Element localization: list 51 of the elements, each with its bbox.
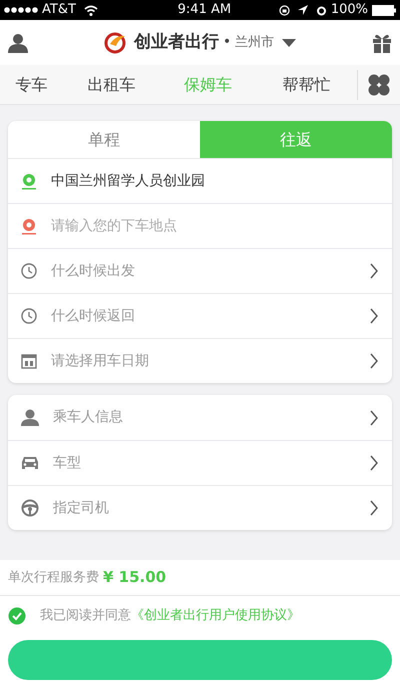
person-icon (8, 32, 28, 52)
signal-icon (4, 7, 38, 13)
fee-amount: ¥ 15.00 (103, 567, 166, 588)
steering-wheel-icon (21, 499, 39, 517)
clock-time: 9:41 AM (176, 1, 232, 20)
separator-dot: • (222, 33, 232, 52)
swirl-logo-icon (104, 32, 126, 54)
fee-label: 单次行程服务费 (8, 568, 99, 587)
time-select[interactable]: 什么时候出发 (8, 248, 392, 293)
dropoff-pin-icon (21, 218, 37, 234)
wifi-icon (84, 4, 98, 16)
detail-row[interactable]: 车型 (8, 440, 392, 485)
chevron-right-icon (369, 263, 379, 279)
service-tab[interactable]: 保姆车 (160, 72, 256, 96)
service-tab[interactable]: 帮帮忙 (256, 72, 357, 96)
chevron-right-icon (369, 410, 379, 426)
calendar-icon (21, 353, 37, 369)
clock-icon (21, 263, 37, 279)
battery-percent: 100% (330, 1, 368, 20)
battery-icon (372, 4, 396, 16)
caret-down-icon (282, 38, 296, 46)
agreement-text: 我已阅读并同意 (40, 607, 131, 626)
chevron-right-icon (369, 455, 379, 471)
clock-icon (21, 308, 37, 324)
agreement-link[interactable]: 《创业者出行用户使用协议》 (131, 606, 300, 626)
chevron-right-icon (369, 353, 379, 369)
date-select[interactable]: 请选择用车日期 (8, 338, 392, 383)
carrier: AT&T (42, 1, 76, 20)
submit-button[interactable] (8, 640, 392, 680)
detail-row[interactable]: 指定司机 (8, 485, 392, 530)
alarm-icon (316, 4, 327, 16)
chevron-right-icon (369, 500, 379, 516)
pickup-field[interactable]: 中国兰州留学人员创业园 (51, 170, 379, 192)
trip-type-tab[interactable]: 单程 (8, 121, 200, 158)
gift-icon (372, 32, 392, 52)
trip-type-tab[interactable]: 往返 (200, 121, 392, 158)
brand-name: 创业者出行 (134, 30, 219, 54)
chevron-right-icon (369, 308, 379, 324)
service-tab[interactable]: 专车 (0, 72, 64, 96)
dropoff-field[interactable]: 请输入您的下车地点 (51, 216, 379, 236)
pickup-pin-icon (21, 172, 37, 190)
grid-menu-icon (368, 74, 390, 96)
checkbox-icon[interactable] (8, 607, 26, 625)
location-arrow-icon (298, 5, 308, 15)
person-icon (21, 408, 39, 426)
car-icon (21, 454, 39, 472)
lock-rotation-icon (278, 4, 290, 16)
time-select[interactable]: 什么时候返回 (8, 293, 392, 338)
detail-row[interactable]: 乘车人信息 (8, 395, 392, 440)
city-selector[interactable]: 兰州市 (235, 32, 296, 52)
service-tab[interactable]: 出租车 (63, 72, 160, 96)
